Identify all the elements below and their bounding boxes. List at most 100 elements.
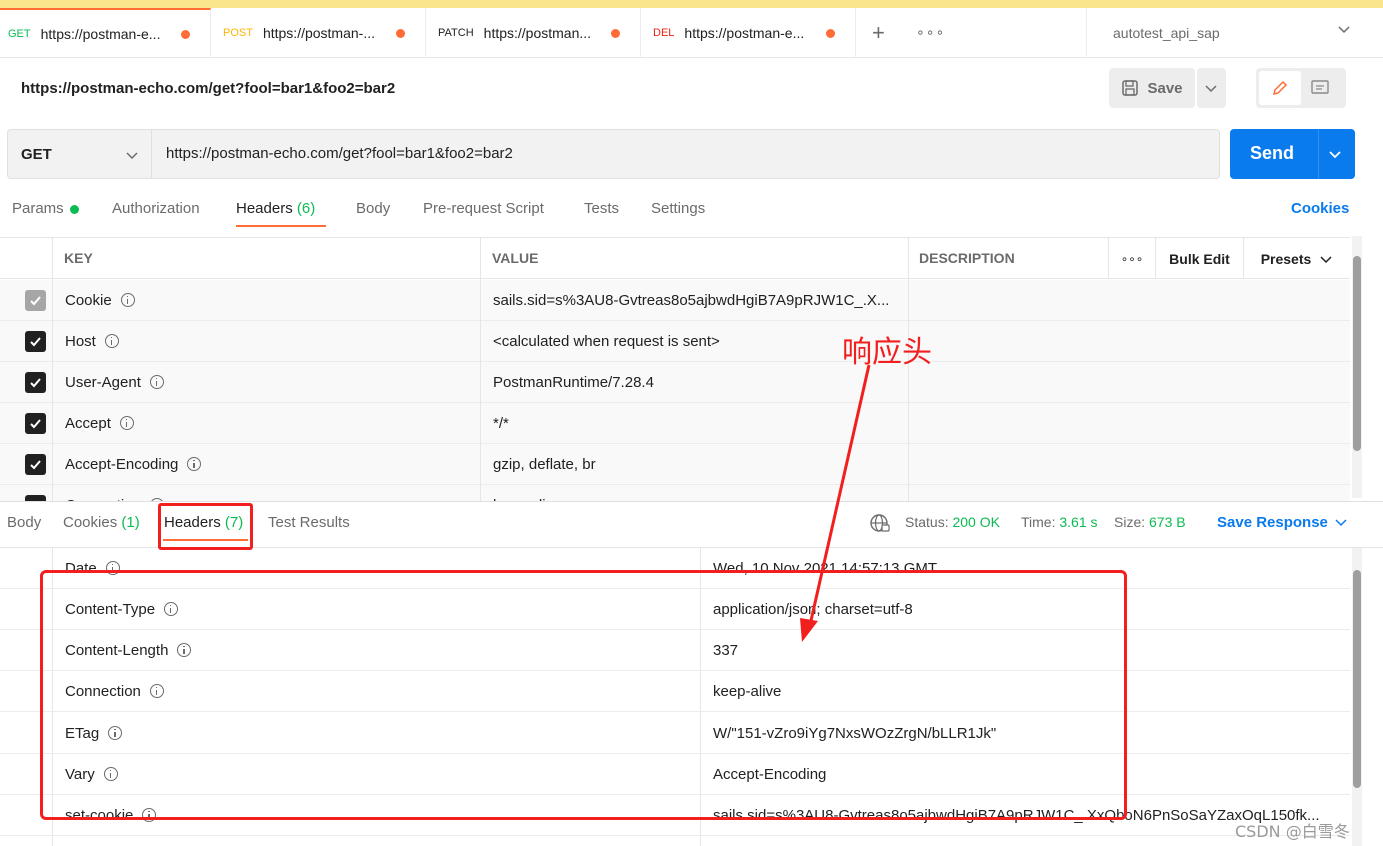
chevron-down-icon[interactable] — [1328, 148, 1342, 162]
tab-url: https://postman... — [483, 25, 592, 41]
request-table-scrollbar[interactable] — [1352, 236, 1362, 498]
info-icon[interactable] — [104, 334, 119, 348]
table-row: User-Agent PostmanRuntime/7.28.4 — [0, 362, 1350, 403]
row-checkbox[interactable] — [25, 290, 46, 311]
tab-prerequest-script[interactable]: Pre-request Script — [423, 200, 544, 217]
table-header: KEY VALUE DESCRIPTION ∘∘∘ Bulk Edit Pres… — [0, 238, 1350, 279]
info-icon[interactable] — [119, 416, 134, 430]
presets-dropdown[interactable]: Presets — [1243, 238, 1350, 279]
tab-patch[interactable]: PATCH https://postman... — [426, 8, 641, 58]
more-tabs-icon[interactable]: ∘∘∘ — [916, 24, 945, 41]
response-table-scrollbar[interactable] — [1352, 548, 1362, 846]
column-key: KEY — [64, 250, 93, 266]
header-key: Host — [65, 333, 119, 350]
checkmark-icon — [30, 337, 41, 347]
row-checkbox[interactable] — [25, 331, 46, 352]
header-value: gzip, deflate, br — [493, 456, 596, 473]
tab-params[interactable]: Params — [12, 200, 79, 217]
time-readout: Time: 3.61 s — [1021, 514, 1098, 530]
response-tab-test-results[interactable]: Test Results — [268, 514, 350, 531]
tab-url: https://postman-e... — [40, 26, 161, 42]
tab-headers[interactable]: Headers (6) — [236, 200, 315, 217]
checkmark-icon — [30, 460, 41, 470]
tab-get[interactable]: GET https://postman-e... — [0, 8, 211, 58]
annotation-box-headers-tab — [158, 503, 253, 550]
request-headers-table: KEY VALUE DESCRIPTION ∘∘∘ Bulk Edit Pres… — [0, 237, 1350, 501]
globe-icon[interactable] — [869, 512, 891, 534]
bulk-edit-button[interactable]: Bulk Edit — [1155, 238, 1243, 279]
tab-tests[interactable]: Tests — [584, 200, 619, 217]
table-row: Cookie sails.sid=s%3AU8-Gvtreas8o5ajbwdH… — [0, 280, 1350, 321]
edit-view-button[interactable] — [1259, 71, 1301, 105]
tab-method: GET — [8, 28, 31, 40]
method-select[interactable]: GET — [8, 130, 152, 178]
chevron-down-icon — [1335, 519, 1347, 527]
unsaved-dot-icon — [611, 28, 620, 38]
request-tabs: Params Authorization Headers (6) Body Pr… — [0, 190, 1383, 230]
checkmark-icon — [30, 296, 41, 306]
table-row: Accept-Encoding gzip, deflate, br — [0, 444, 1350, 485]
unsaved-dot-icon — [181, 29, 190, 39]
table-row: Host <calculated when request is sent> — [0, 321, 1350, 362]
tab-settings[interactable]: Settings — [651, 200, 705, 217]
request-title: https://postman-echo.com/get?fool=bar1&f… — [21, 80, 396, 97]
tab-body[interactable]: Body — [356, 200, 390, 217]
method-label: GET — [21, 145, 52, 163]
url-input[interactable]: https://postman-echo.com/get?fool=bar1&f… — [166, 145, 1206, 162]
header-key: Accept — [65, 415, 134, 432]
tab-authorization[interactable]: Authorization — [112, 200, 200, 217]
unsaved-dot-icon — [396, 28, 405, 38]
tab-method: PATCH — [438, 27, 474, 39]
checkmark-icon — [30, 378, 41, 388]
tab-del[interactable]: DEL https://postman-e... — [641, 8, 856, 58]
active-tab-indicator — [236, 225, 326, 227]
status-readout: Status: 200 OK — [905, 514, 1000, 530]
tab-url: https://postman-... — [262, 25, 376, 41]
table-row: Connection keep-alive — [0, 485, 1350, 501]
header-key: Accept-Encoding — [65, 456, 202, 473]
view-toggle — [1256, 68, 1346, 108]
cookies-link[interactable]: Cookies — [1291, 200, 1349, 217]
pencil-icon — [1272, 80, 1288, 96]
info-icon[interactable] — [187, 457, 202, 471]
comment-icon[interactable] — [1310, 79, 1330, 97]
row-checkbox[interactable] — [25, 413, 46, 434]
request-tab-bar: GET https://postman-e... POST https://po… — [0, 8, 1383, 58]
tab-post[interactable]: POST https://postman-... — [211, 8, 426, 58]
column-value: VALUE — [492, 250, 539, 266]
new-tab-plus-icon[interactable]: + — [872, 20, 885, 46]
header-key: User-Agent — [65, 374, 164, 391]
header-value: */* — [493, 415, 509, 432]
chevron-down-icon — [126, 152, 138, 160]
save-button[interactable]: Save — [1109, 68, 1195, 108]
chevron-down-icon — [1338, 26, 1350, 34]
response-tab-cookies[interactable]: Cookies (1) — [63, 514, 140, 531]
top-strip — [0, 0, 1383, 8]
environment-selector[interactable]: autotest_api_sap — [1086, 8, 1383, 58]
send-button[interactable]: Send — [1230, 129, 1355, 179]
header-key: Cookie — [65, 292, 135, 309]
save-options-button[interactable] — [1197, 68, 1226, 108]
send-label: Send — [1250, 143, 1295, 163]
info-icon[interactable] — [120, 293, 135, 307]
info-icon[interactable] — [149, 375, 164, 389]
tab-method: POST — [223, 27, 253, 39]
response-tab-body[interactable]: Body — [7, 514, 41, 531]
annotation-box-response-headers — [40, 570, 1127, 820]
annotation-label: 响应头 — [842, 335, 932, 370]
header-value: PostmanRuntime/7.28.4 — [493, 374, 654, 391]
request-url-bar: GET https://postman-echo.com/get?fool=ba… — [7, 129, 1220, 179]
row-checkbox[interactable] — [25, 372, 46, 393]
save-icon — [1122, 80, 1139, 96]
column-description: DESCRIPTION — [919, 250, 1015, 266]
size-readout: Size: 673 B — [1114, 514, 1186, 530]
params-active-dot-icon — [69, 204, 79, 214]
row-checkbox[interactable] — [25, 454, 46, 475]
environment-name: autotest_api_sap — [1113, 25, 1220, 41]
table-more-icon[interactable]: ∘∘∘ — [1108, 238, 1155, 279]
header-value: sails.sid=s%3AU8-Gvtreas8o5ajbwdHgiB7A9p… — [493, 292, 890, 309]
tab-method: DEL — [653, 27, 675, 39]
save-response-button[interactable]: Save Response — [1217, 514, 1348, 531]
chevron-down-icon — [1320, 255, 1332, 263]
table-row: Accept */* — [0, 403, 1350, 444]
